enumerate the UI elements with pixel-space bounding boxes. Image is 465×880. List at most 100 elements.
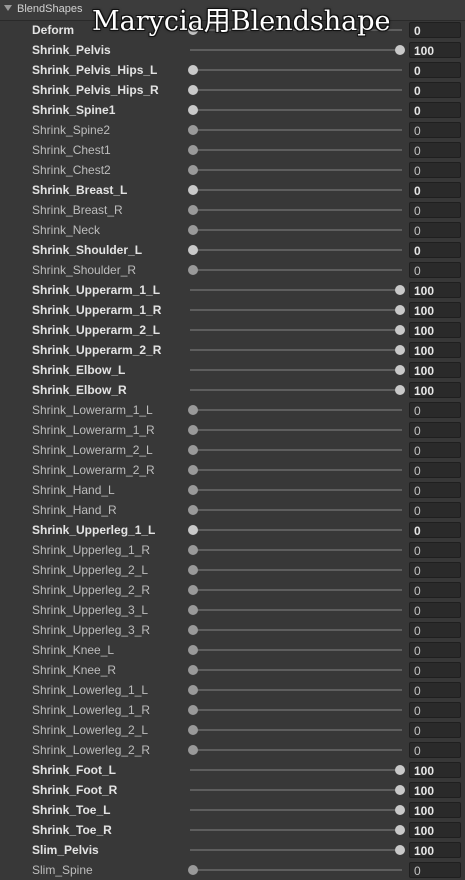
slider-track[interactable]: [190, 789, 402, 791]
slider-track[interactable]: [190, 549, 402, 551]
slider-thumb[interactable]: [188, 465, 198, 475]
slider-track[interactable]: [190, 609, 402, 611]
slider-track[interactable]: [190, 249, 402, 251]
slider-track[interactable]: [190, 869, 402, 871]
slider-thumb[interactable]: [188, 745, 198, 755]
slider-track[interactable]: [190, 169, 402, 171]
slider-thumb[interactable]: [395, 385, 405, 395]
value-field[interactable]: 0: [409, 722, 461, 738]
slider-track[interactable]: [190, 669, 402, 671]
slider-thumb[interactable]: [395, 785, 405, 795]
slider-track[interactable]: [190, 109, 402, 111]
value-field[interactable]: 0: [409, 542, 461, 558]
value-field[interactable]: 100: [409, 762, 461, 778]
slider-thumb[interactable]: [395, 45, 405, 55]
slider-thumb[interactable]: [188, 145, 198, 155]
slider-thumb[interactable]: [188, 725, 198, 735]
slider-thumb[interactable]: [188, 645, 198, 655]
slider-track[interactable]: [190, 89, 402, 91]
slider-thumb[interactable]: [188, 605, 198, 615]
value-field[interactable]: 100: [409, 302, 461, 318]
slider-thumb[interactable]: [395, 805, 405, 815]
slider-track[interactable]: [190, 149, 402, 151]
slider-track[interactable]: [190, 689, 402, 691]
slider-thumb[interactable]: [395, 285, 405, 295]
slider-track[interactable]: [190, 449, 402, 451]
slider-thumb[interactable]: [395, 825, 405, 835]
slider-track[interactable]: [190, 49, 402, 51]
slider-track[interactable]: [190, 469, 402, 471]
value-field[interactable]: 0: [409, 82, 461, 98]
slider-thumb[interactable]: [188, 265, 198, 275]
slider-track[interactable]: [190, 849, 402, 851]
slider-thumb[interactable]: [188, 625, 198, 635]
value-field[interactable]: 0: [409, 122, 461, 138]
slider-thumb[interactable]: [395, 325, 405, 335]
value-field[interactable]: 0: [409, 222, 461, 238]
slider-thumb[interactable]: [188, 205, 198, 215]
slider-track[interactable]: [190, 749, 402, 751]
value-field[interactable]: 0: [409, 242, 461, 258]
value-field[interactable]: 0: [409, 522, 461, 538]
value-field[interactable]: 100: [409, 282, 461, 298]
slider-thumb[interactable]: [188, 245, 198, 255]
value-field[interactable]: 0: [409, 642, 461, 658]
slider-thumb[interactable]: [188, 865, 198, 875]
slider-track[interactable]: [190, 829, 402, 831]
slider-thumb[interactable]: [188, 65, 198, 75]
slider-track[interactable]: [190, 229, 402, 231]
slider-track[interactable]: [190, 649, 402, 651]
slider-thumb[interactable]: [188, 685, 198, 695]
value-field[interactable]: 0: [409, 402, 461, 418]
slider-thumb[interactable]: [188, 425, 198, 435]
value-field[interactable]: 0: [409, 102, 461, 118]
value-field[interactable]: 0: [409, 22, 461, 38]
slider-track[interactable]: [190, 309, 402, 311]
slider-track[interactable]: [190, 629, 402, 631]
slider-thumb[interactable]: [188, 665, 198, 675]
slider-track[interactable]: [190, 189, 402, 191]
slider-thumb[interactable]: [188, 165, 198, 175]
value-field[interactable]: 0: [409, 602, 461, 618]
slider-track[interactable]: [190, 69, 402, 71]
slider-thumb[interactable]: [188, 125, 198, 135]
value-field[interactable]: 100: [409, 802, 461, 818]
slider-thumb[interactable]: [395, 765, 405, 775]
slider-thumb[interactable]: [188, 405, 198, 415]
value-field[interactable]: 0: [409, 462, 461, 478]
slider-track[interactable]: [190, 209, 402, 211]
slider-thumb[interactable]: [395, 345, 405, 355]
slider-thumb[interactable]: [188, 545, 198, 555]
slider-thumb[interactable]: [188, 585, 198, 595]
value-field[interactable]: 0: [409, 202, 461, 218]
slider-thumb[interactable]: [395, 305, 405, 315]
value-field[interactable]: 100: [409, 842, 461, 858]
value-field[interactable]: 0: [409, 662, 461, 678]
value-field[interactable]: 100: [409, 822, 461, 838]
slider-track[interactable]: [190, 409, 402, 411]
slider-track[interactable]: [190, 129, 402, 131]
slider-thumb[interactable]: [188, 105, 198, 115]
slider-thumb[interactable]: [188, 85, 198, 95]
value-field[interactable]: 0: [409, 562, 461, 578]
value-field[interactable]: 0: [409, 262, 461, 278]
slider-track[interactable]: [190, 329, 402, 331]
slider-track[interactable]: [190, 569, 402, 571]
slider-track[interactable]: [190, 489, 402, 491]
slider-thumb[interactable]: [395, 365, 405, 375]
slider-track[interactable]: [190, 769, 402, 771]
value-field[interactable]: 0: [409, 742, 461, 758]
value-field[interactable]: 0: [409, 682, 461, 698]
slider-thumb[interactable]: [188, 485, 198, 495]
value-field[interactable]: 100: [409, 362, 461, 378]
slider-track[interactable]: [190, 389, 402, 391]
slider-thumb[interactable]: [188, 705, 198, 715]
value-field[interactable]: 0: [409, 482, 461, 498]
slider-track[interactable]: [190, 589, 402, 591]
slider-track[interactable]: [190, 709, 402, 711]
value-field[interactable]: 0: [409, 502, 461, 518]
value-field[interactable]: 100: [409, 382, 461, 398]
slider-thumb[interactable]: [188, 525, 198, 535]
slider-track[interactable]: [190, 729, 402, 731]
value-field[interactable]: 100: [409, 322, 461, 338]
